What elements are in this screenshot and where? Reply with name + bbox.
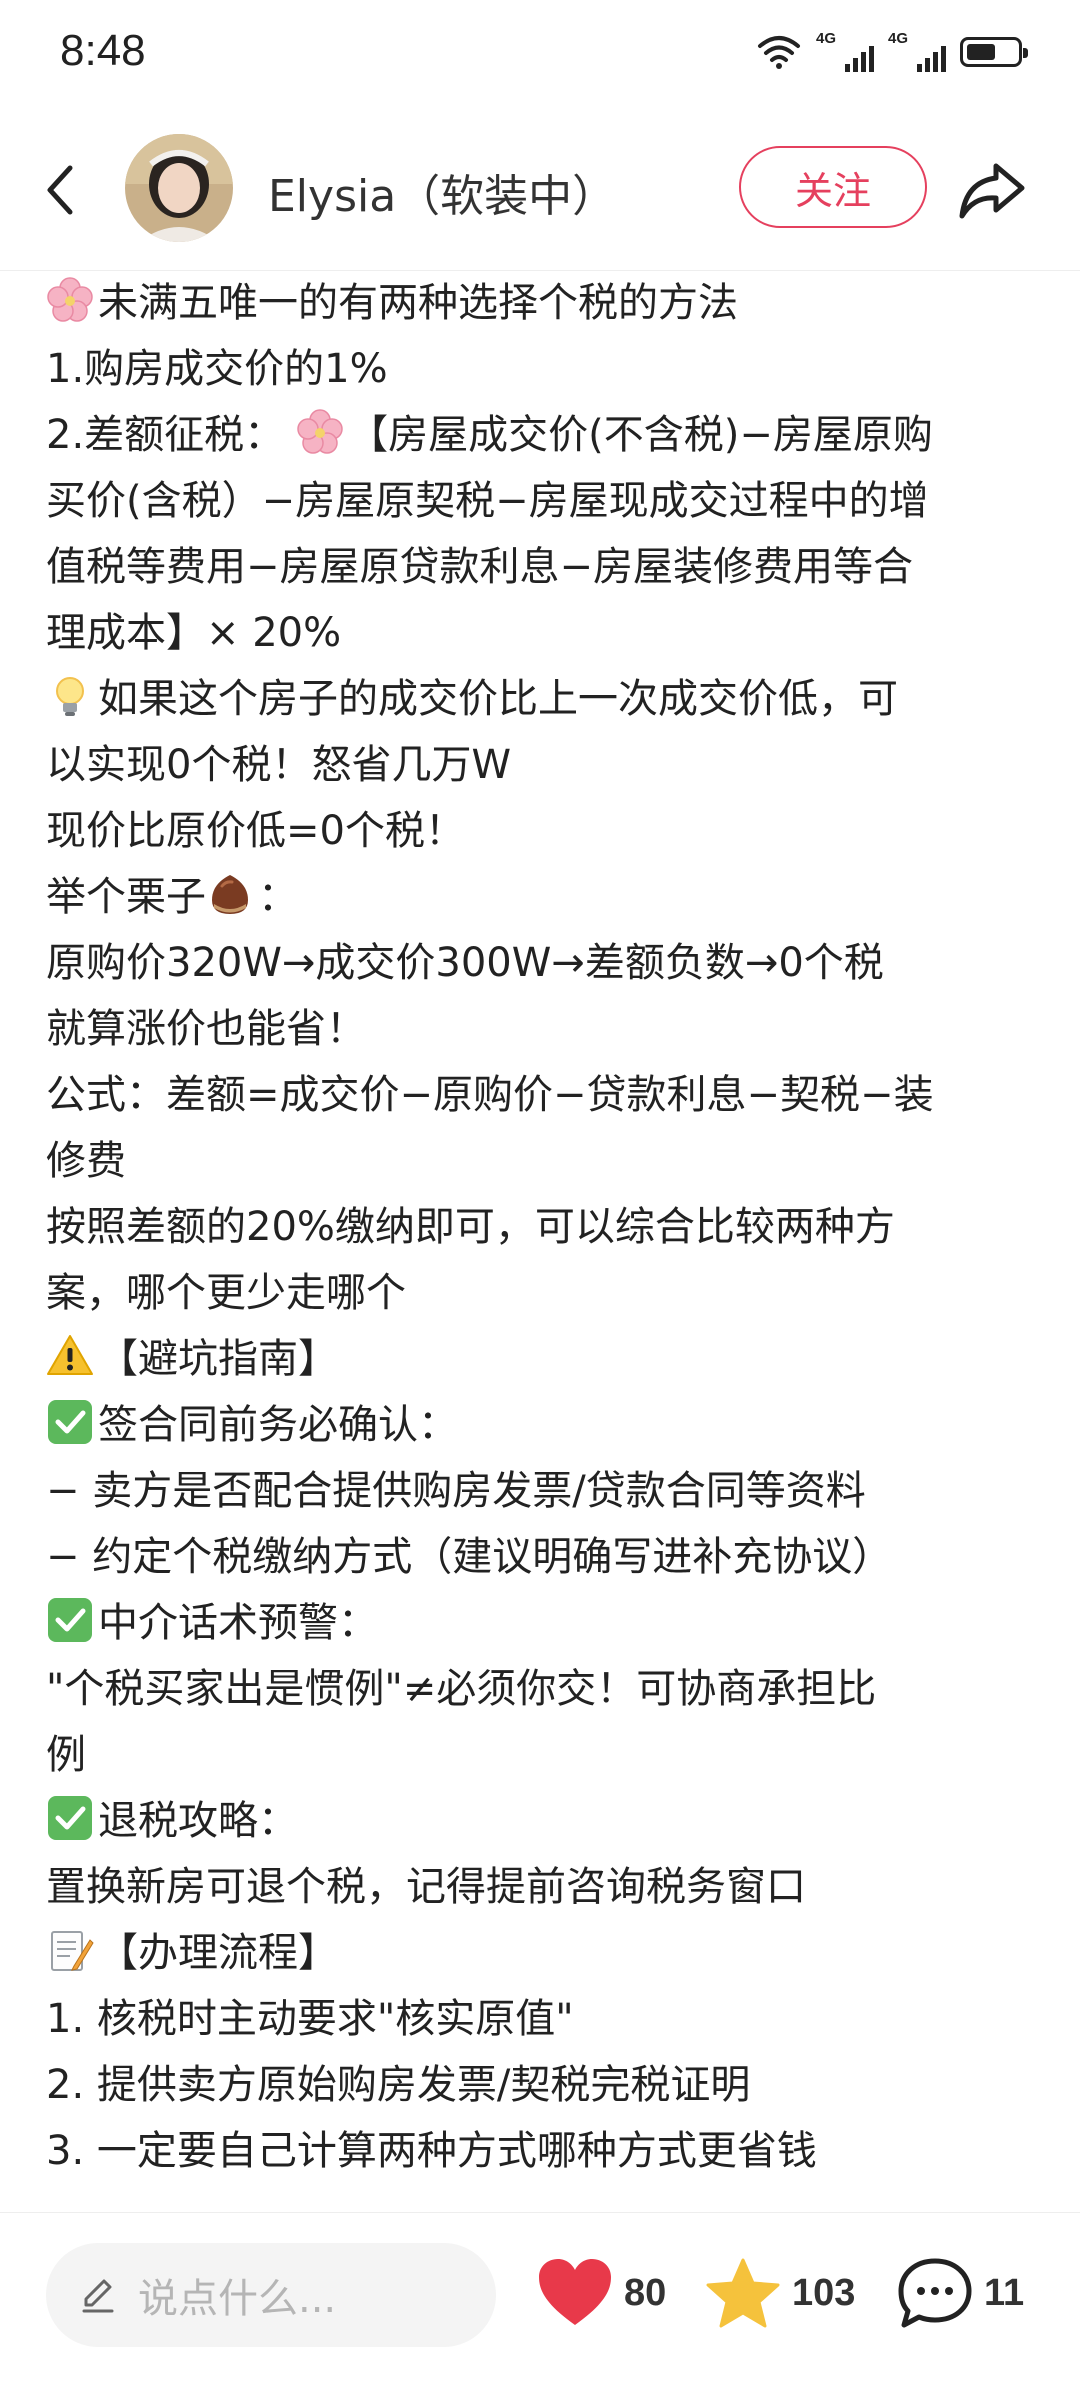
- memo-emoji-icon: [51, 1931, 94, 1971]
- share-icon[interactable]: [956, 154, 1028, 226]
- line-text: 1. 核税时主动要求"核实原值": [46, 1996, 574, 2042]
- content-line: 未满五唯一的有两种选择个税的方法: [46, 270, 1046, 336]
- content-line: 值税等费用−房屋原贷款利息−房屋装修费用等合: [46, 534, 1046, 600]
- comment-input[interactable]: 说点什么...: [46, 2243, 496, 2347]
- line-text: 按照差额的20%缴纳即可，可以综合比较两种方: [46, 1204, 895, 1250]
- line-text: − 卖方是否配合提供购房发票/贷款合同等资料: [46, 1468, 866, 1514]
- collect-button[interactable]: 103: [704, 2253, 855, 2333]
- author-avatar[interactable]: [125, 134, 233, 242]
- content-line: 买价(含税）−房屋原契税−房屋现成交过程中的增: [46, 468, 1046, 534]
- line-text: 中介话术预警：: [98, 1600, 378, 1646]
- lightbulb-emoji-icon: [56, 677, 84, 716]
- author-name[interactable]: Elysia（软装中）: [268, 160, 616, 224]
- content-line: 2. 提供卖方原始购房发票/契税完税证明: [46, 2052, 1046, 2118]
- line-text: 3. 一定要自己计算两种方式哪种方式更省钱: [46, 2128, 817, 2174]
- content-line: 1. 核税时主动要求"核实原值": [46, 1986, 1046, 2052]
- line-text: 签合同前务必确认：: [98, 1402, 458, 1448]
- line-text: 【房屋成交价(不含税)−房屋原购: [348, 412, 933, 458]
- line-text: 2.差额征税：: [46, 412, 285, 458]
- warning-emoji-icon: [47, 1335, 93, 1375]
- status-bar: 8:48 4G 4G: [0, 0, 1080, 110]
- content-line: − 卖方是否配合提供购房发票/贷款合同等资料: [46, 1458, 1046, 1524]
- line-text: 【避坑指南】: [98, 1336, 338, 1382]
- content-line: 现价比原价低=0个税！: [46, 798, 1046, 864]
- like-button[interactable]: 80: [536, 2253, 666, 2333]
- check-mark-emoji-icon: [48, 1796, 92, 1840]
- line-text: 公式：差额=成交价−原购价−贷款利息−契税−装: [46, 1072, 934, 1118]
- line-text: 修费: [46, 1138, 126, 1184]
- content-line: "个税买家出是惯例"≠必须你交！可协商承担比: [46, 1656, 1046, 1722]
- line-text: 原购价320W→成交价300W→差额负数→0个税: [46, 940, 884, 986]
- content-line: 【办理流程】: [46, 1920, 1046, 1986]
- star-icon: [706, 2258, 780, 2328]
- collect-count: 103: [792, 2271, 856, 2314]
- content-line: 如果这个房子的成交价比上一次成交价低，可: [46, 666, 1046, 732]
- status-time: 8:48: [60, 26, 146, 75]
- comment-placeholder: 说点什么...: [138, 2276, 337, 2322]
- line-text: "个税买家出是惯例"≠必须你交！可协商承担比: [46, 1666, 877, 1712]
- line-text: 如果这个房子的成交价比上一次成交价低，可: [98, 676, 898, 722]
- pen-icon: [82, 2279, 114, 2313]
- back-arrow-icon[interactable]: [36, 160, 86, 220]
- content-line: 退税攻略：: [46, 1788, 1046, 1854]
- content-line: 签合同前务必确认：: [46, 1392, 1046, 1458]
- content-line: 置换新房可退个税，记得提前咨询税务窗口: [46, 1854, 1046, 1920]
- line-text: 【办理流程】: [98, 1930, 338, 1976]
- bottom-action-bar: 说点什么... 80 103 11: [0, 2212, 1080, 2383]
- wifi-icon: [758, 36, 800, 69]
- cell-signal-1-icon: 4G: [816, 30, 874, 74]
- battery-icon: [960, 37, 1028, 67]
- line-text: 理成本】× 20%: [46, 610, 342, 656]
- comment-count: 11: [984, 2271, 1025, 2314]
- like-count: 80: [624, 2271, 667, 2314]
- content-line: 公式：差额=成交价−原购价−贷款利息−契税−装: [46, 1062, 1046, 1128]
- signal-2-label: 4G: [888, 30, 909, 47]
- comment-button[interactable]: 11: [896, 2253, 1024, 2333]
- flower-emoji-icon: [297, 409, 343, 454]
- content-line: 理成本】× 20%: [46, 600, 1046, 666]
- cell-signal-2-icon: 4G: [888, 30, 946, 74]
- line-text: 现价比原价低=0个税！: [46, 808, 465, 854]
- content-line: 1.购房成交价的1%: [46, 336, 1046, 402]
- line-text: 2. 提供卖方原始购房发票/契税完税证明: [46, 2062, 751, 2108]
- content-line: 以实现0个税！怒省几万W: [46, 732, 1046, 798]
- content-line: 3. 一定要自己计算两种方式哪种方式更省钱: [46, 2118, 1046, 2184]
- content-line: 【避坑指南】: [46, 1326, 1046, 1392]
- line-text: 举个栗子: [46, 874, 206, 920]
- check-mark-emoji-icon: [48, 1598, 92, 1642]
- heart-icon: [539, 2259, 611, 2325]
- line-text: − 约定个税缴纳方式（建议明确写进补充协议）: [46, 1534, 893, 1580]
- status-icons: 4G 4G: [756, 30, 1028, 74]
- content-line: 案，哪个更少走哪个: [46, 1260, 1046, 1326]
- line-text: 1.购房成交价的1%: [46, 346, 388, 392]
- line-text: ：: [258, 874, 298, 920]
- comment-bubble-icon: [898, 2258, 972, 2328]
- content-line: 就算涨价也能省！: [46, 996, 1046, 1062]
- line-text: 案，哪个更少走哪个: [46, 1270, 406, 1316]
- content-line: 原购价320W→成交价300W→差额负数→0个税: [46, 930, 1046, 996]
- content-line: 按照差额的20%缴纳即可，可以综合比较两种方: [46, 1194, 1046, 1260]
- line-text: 以实现0个税！怒省几万W: [46, 742, 511, 788]
- line-text: 未满五唯一的有两种选择个税的方法: [98, 280, 738, 326]
- line-text: 置换新房可退个税，记得提前咨询税务窗口: [46, 1864, 806, 1910]
- content-line: 2.差额征税： 【房屋成交价(不含税)−房屋原购: [46, 402, 1046, 468]
- chestnut-emoji-icon: [212, 875, 248, 914]
- avatar-image: [125, 134, 233, 242]
- content-line: 举个栗子 ：: [46, 864, 1046, 930]
- note-header: Elysia（软装中） 关注: [0, 110, 1080, 271]
- content-line: 例: [46, 1722, 1046, 1788]
- line-text: 买价(含税）−房屋原契税−房屋现成交过程中的增: [46, 478, 929, 524]
- content-line: 修费: [46, 1128, 1046, 1194]
- content-line: − 约定个税缴纳方式（建议明确写进补充协议）: [46, 1524, 1046, 1590]
- note-content: 未满五唯一的有两种选择个税的方法 1.购房成交价的1% 2.差额征税： 【房屋成…: [46, 270, 1046, 2210]
- line-text: 值税等费用−房屋原贷款利息−房屋装修费用等合: [46, 544, 914, 590]
- line-text: 例: [46, 1732, 86, 1778]
- flower-emoji-icon: [47, 277, 93, 322]
- content-line: 中介话术预警：: [46, 1590, 1046, 1656]
- signal-1-label: 4G: [816, 30, 837, 47]
- line-text: 就算涨价也能省！: [46, 1006, 366, 1052]
- line-text: 退税攻略：: [98, 1798, 298, 1844]
- check-mark-emoji-icon: [48, 1400, 92, 1444]
- follow-button[interactable]: 关注: [739, 146, 927, 228]
